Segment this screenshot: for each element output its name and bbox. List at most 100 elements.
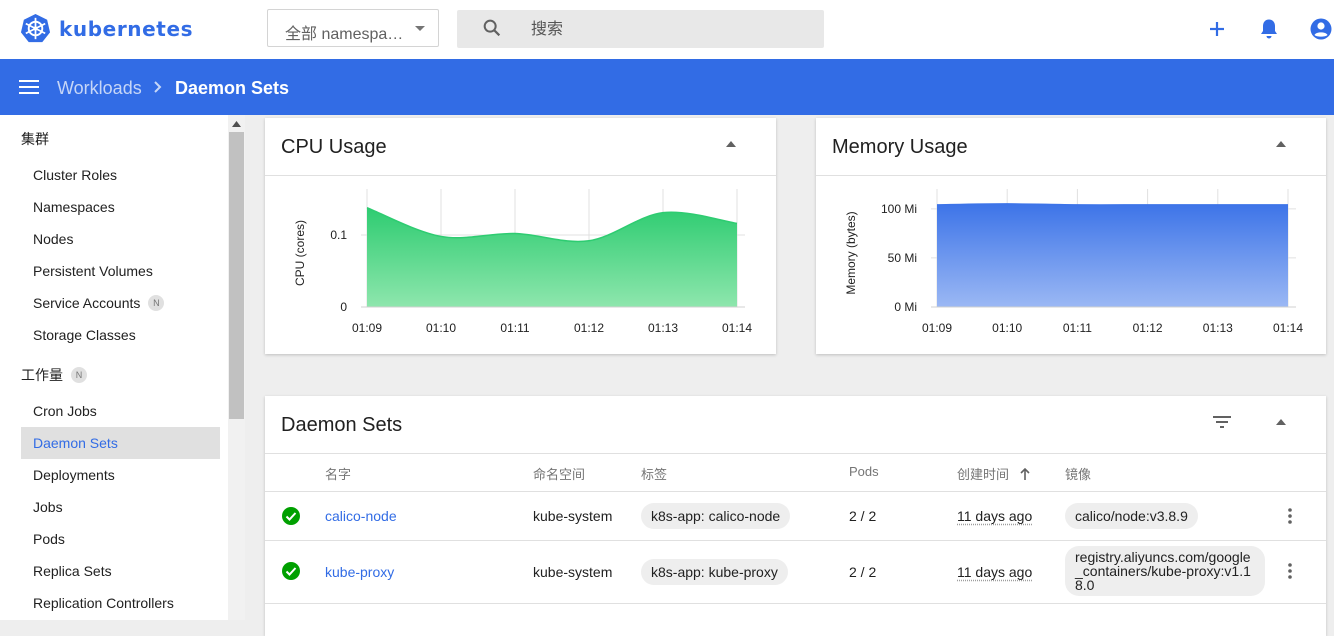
x-tick-label: 01:10 [992, 321, 1022, 335]
hamburger-icon [19, 80, 39, 94]
sidebar-item-deployments[interactable]: Deployments [21, 459, 220, 491]
caret-down-icon [415, 26, 425, 31]
account-button[interactable] [1308, 16, 1334, 42]
sidebar-item-label: Replication Controllers [33, 595, 174, 611]
x-tick-label: 01:12 [1133, 321, 1163, 335]
namespace-cell: kube-system [533, 564, 613, 580]
bell-icon [1261, 19, 1277, 39]
x-tick-label: 01:13 [1203, 321, 1233, 335]
sidebar-item-cron-jobs[interactable]: Cron Jobs [21, 395, 220, 427]
x-tick-label: 01:10 [426, 321, 456, 335]
sidebar-item-storage-classes[interactable]: Storage Classes [21, 319, 220, 351]
memory-usage-chart: 01:09 01:10 01:11 01:12 01:13 01:14 0 Mi 50 Mi 1… [881, 189, 1303, 335]
sidebar-scrollbar[interactable] [228, 115, 245, 620]
sidebar-item-label: Persistent Volumes [33, 263, 153, 279]
sidebar-item-nodes[interactable]: Nodes [21, 223, 220, 255]
sidebar-item-label: Cron Jobs [33, 403, 97, 419]
sidebar-item-replica-sets[interactable]: Replica Sets [21, 555, 220, 587]
scrollbar-thumb[interactable] [229, 132, 244, 419]
column-header-created[interactable]: 创建时间 [957, 464, 1030, 483]
pods-cell: 2 / 2 [849, 508, 877, 524]
page-title: Daemon Sets [175, 78, 290, 98]
y-tick-label: 0 Mi [894, 300, 917, 314]
column-header-name[interactable]: 名字 [325, 464, 351, 483]
x-tick-label: 01:11 [1063, 321, 1092, 335]
column-header-label: 创建时间 [957, 467, 1010, 482]
sidebar-item-label: Jobs [33, 499, 63, 515]
namespaced-badge: N [148, 295, 165, 311]
x-tick-label: 01:11 [500, 321, 529, 335]
sidebar-item-namespaces[interactable]: Namespaces [21, 191, 220, 223]
filter-icon [1213, 416, 1231, 428]
memory-usage-card: Memory Usage Memory (bytes) 01:09 01:10 01… [816, 118, 1326, 354]
daemon-set-name-link[interactable]: kube-proxy [325, 564, 394, 580]
area-series [937, 203, 1288, 307]
kubernetes-logo[interactable]: kubernetes [20, 13, 193, 44]
search-input[interactable] [529, 18, 803, 42]
sidebar-item-persistent-volumes[interactable]: Persistent Volumes [21, 255, 220, 287]
sidebar-item-label: Cluster Roles [33, 167, 118, 183]
table-collapse-button[interactable] [1271, 412, 1291, 432]
menu-button[interactable] [19, 79, 39, 100]
sidebar-item-daemon-sets[interactable]: Daemon Sets [21, 427, 220, 459]
namespace-select-value: 全部 namespaces [285, 26, 410, 43]
namespaced-badge: N [71, 367, 87, 383]
x-tick-label: 01:09 [922, 321, 952, 335]
sidebar-item-label: Storage Classes [33, 327, 136, 343]
x-tick-label: 01:14 [1273, 321, 1303, 335]
account-icon [1310, 18, 1332, 40]
search-bar [457, 10, 824, 48]
more-vert-icon [1288, 508, 1292, 524]
column-header-images[interactable]: 镜像 [1065, 464, 1091, 483]
sidebar: 集群 Cluster Roles Namespaces Nodes Persis… [0, 115, 245, 620]
sidebar-item-replication-controllers[interactable]: Replication Controllers [21, 587, 220, 619]
label-chip: k8s-app: kube-proxy [641, 559, 788, 585]
sidebar-item-label: Service Accounts [33, 295, 141, 311]
sidebar-section-label: 工作量 [21, 367, 63, 383]
sidebar-item-pods[interactable]: Pods [21, 523, 220, 555]
column-header-pods[interactable]: Pods [849, 464, 879, 479]
created-cell: 11 days ago [957, 508, 1033, 524]
row-actions-button[interactable] [1280, 504, 1300, 528]
daemon-sets-card: Daemon Sets 名字 命名空间 标签 Pods 创建时间 镜像 cali… [265, 396, 1326, 636]
column-header-namespace[interactable]: 命名空间 [533, 464, 585, 483]
sidebar-item-label: Nodes [33, 231, 74, 247]
more-vert-icon [1288, 563, 1292, 579]
column-header-labels[interactable]: 标签 [641, 464, 667, 483]
scroll-up-arrow-icon[interactable] [228, 115, 245, 132]
y-tick-label: 0 [340, 300, 347, 314]
cpu-usage-chart: 01:09 01:10 01:11 01:12 01:13 01:14 0 0.1 [330, 189, 752, 335]
chevron-right-icon [153, 80, 163, 99]
notifications-button[interactable] [1256, 16, 1282, 42]
sidebar-item-cluster-roles[interactable]: Cluster Roles [21, 159, 220, 191]
search-icon [481, 17, 503, 44]
sidebar-item-service-accounts[interactable]: Service Accounts N [21, 287, 220, 319]
namespace-select[interactable]: 全部 namespaces [267, 9, 439, 47]
sidebar-item-label: Replica Sets [33, 563, 112, 579]
x-tick-label: 01:12 [574, 321, 604, 335]
sidebar-item-jobs[interactable]: Jobs [21, 491, 220, 523]
app-name: kubernetes [59, 16, 194, 41]
filter-button[interactable] [1212, 412, 1232, 432]
row-actions-button[interactable] [1280, 559, 1300, 583]
y-tick-label: 0.1 [330, 228, 347, 242]
x-tick-label: 01:13 [648, 321, 678, 335]
breadcrumb-bar: Workloads Daemon Sets [0, 59, 1334, 115]
sidebar-section-workloads[interactable]: 工作量 N [21, 365, 87, 385]
sidebar-item-label: Pods [33, 531, 65, 547]
row-divider [265, 540, 1326, 541]
area-series [367, 207, 737, 307]
breadcrumb-workloads[interactable]: Workloads [57, 78, 142, 99]
daemon-set-name-link[interactable]: calico-node [325, 508, 397, 524]
namespace-cell: kube-system [533, 508, 613, 524]
pods-cell: 2 / 2 [849, 564, 877, 580]
image-chip: calico/node:v3.8.9 [1065, 503, 1198, 529]
sidebar-item-label: Deployments [33, 467, 115, 483]
sidebar-item-label: Daemon Sets [33, 435, 118, 451]
sort-arrow-up-icon [1020, 467, 1030, 480]
y-tick-label: 50 Mi [888, 251, 917, 265]
check-circle-icon [282, 507, 300, 525]
create-button[interactable] [1204, 16, 1230, 42]
cpu-usage-card: CPU Usage CPU (cores) 01:09 01:10 01:11 01:… [265, 118, 776, 354]
sidebar-item-label: Namespaces [33, 199, 115, 215]
